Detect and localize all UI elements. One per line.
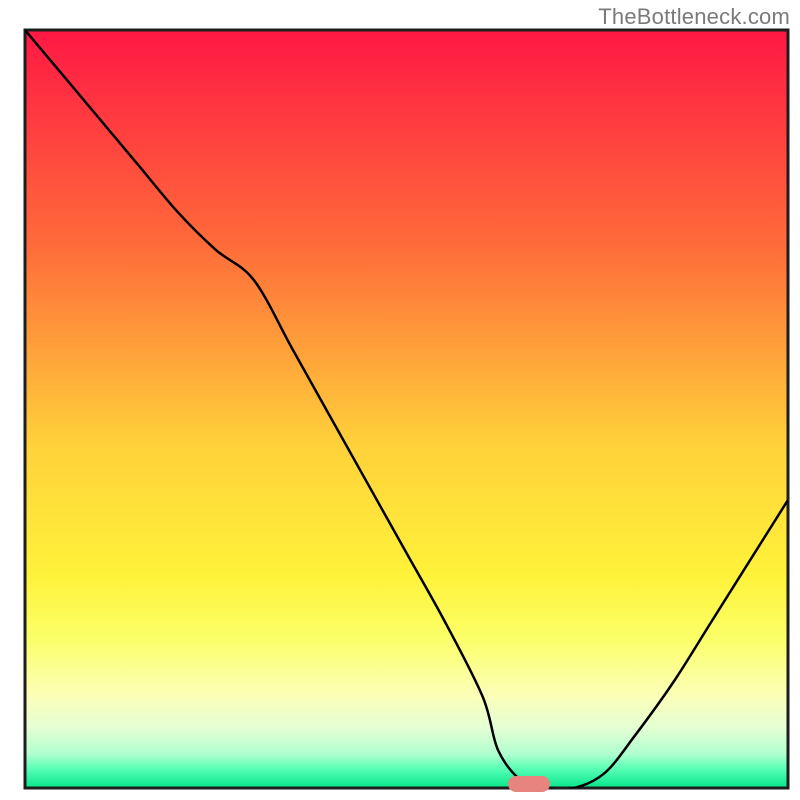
chart-container: TheBottleneck.com [0, 0, 800, 800]
watermark-text: TheBottleneck.com [598, 4, 790, 30]
gradient-background [25, 30, 788, 788]
optimal-marker [508, 776, 550, 792]
bottleneck-chart [0, 0, 800, 800]
